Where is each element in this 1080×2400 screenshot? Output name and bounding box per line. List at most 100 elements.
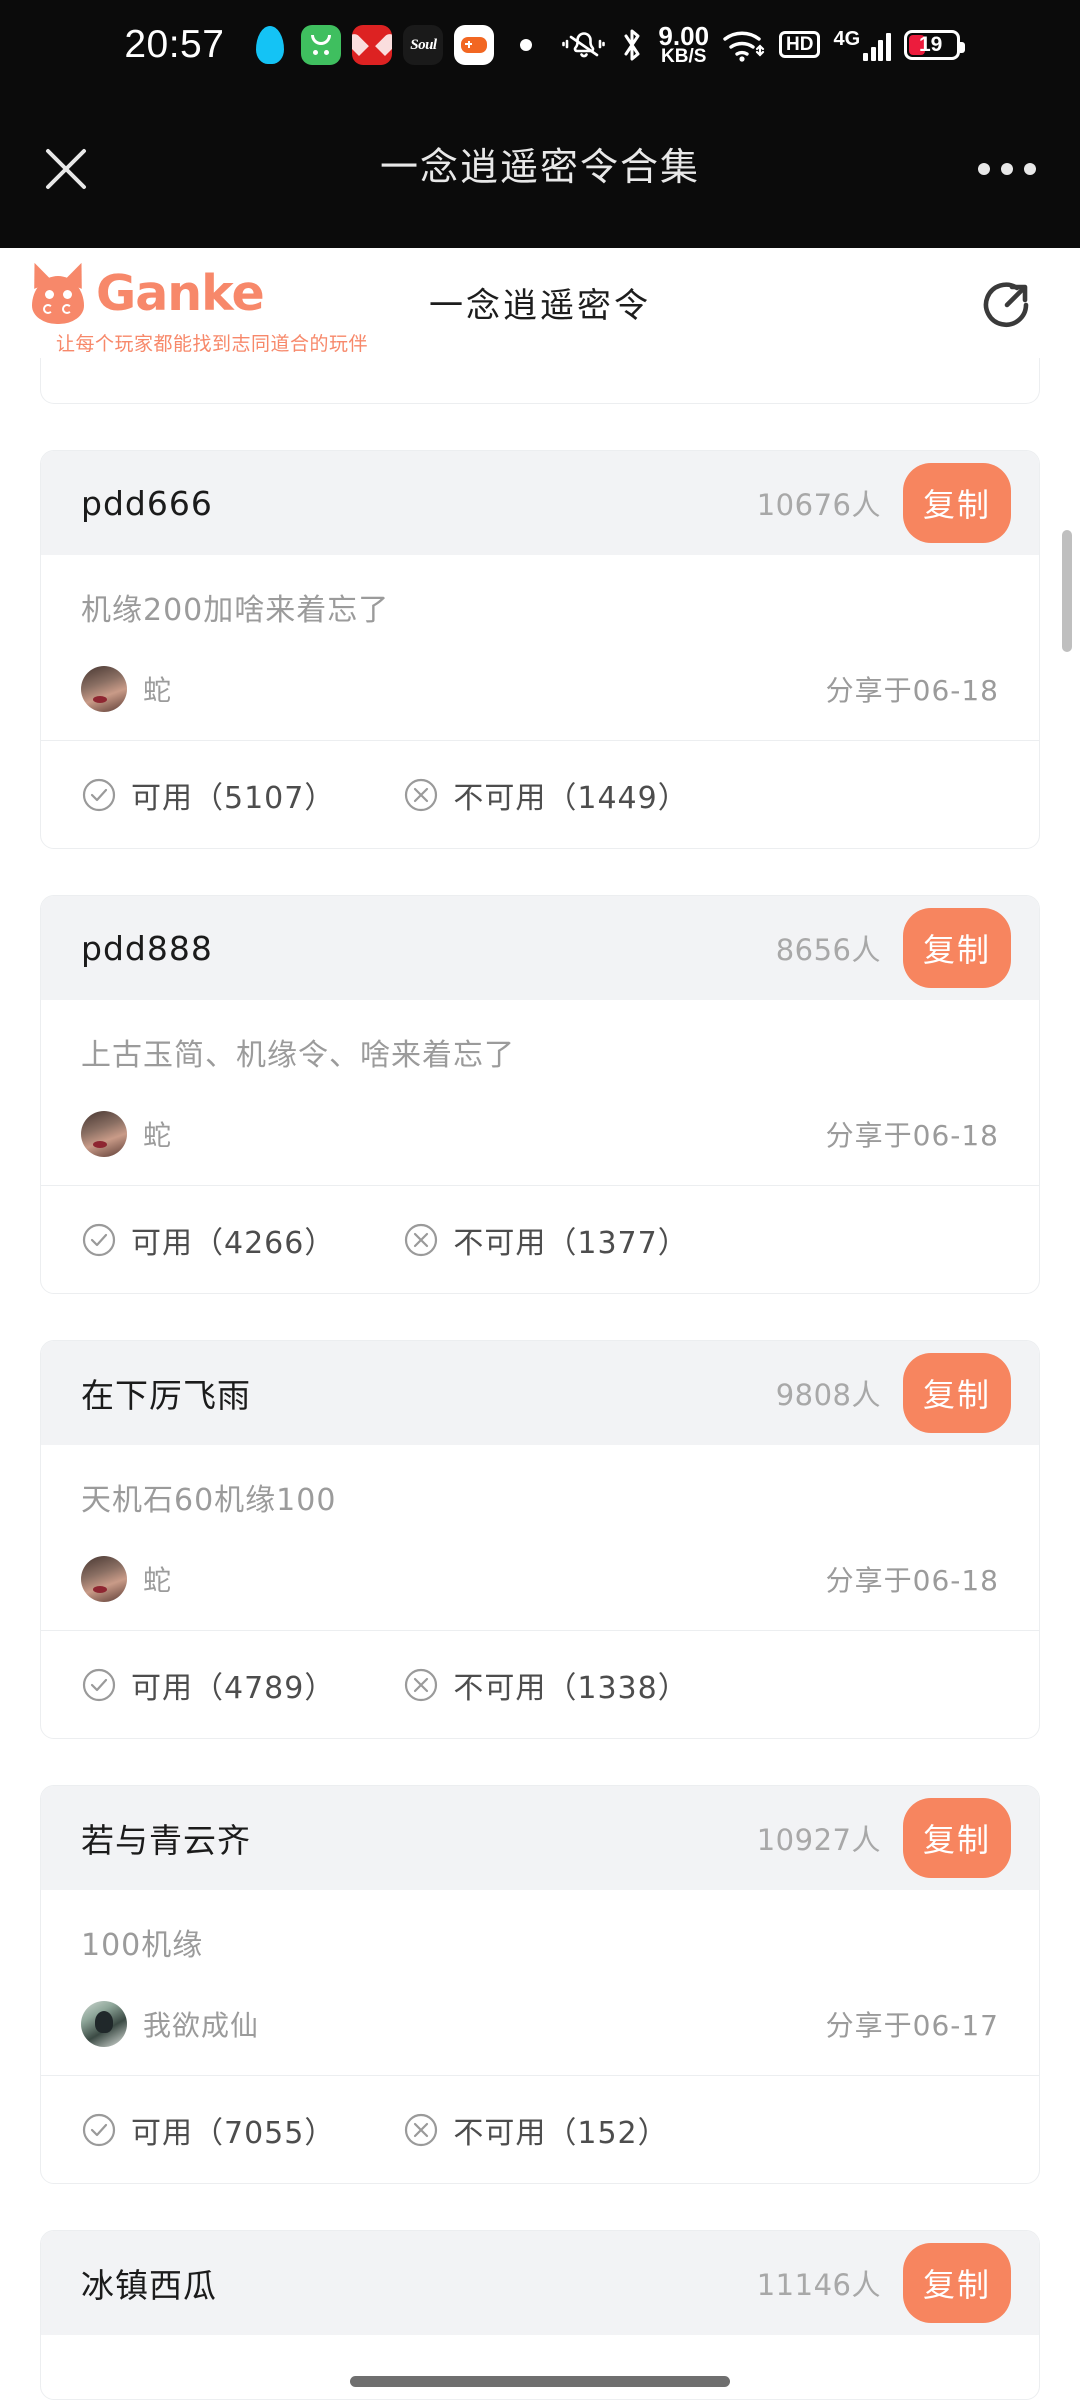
- share-date: 分享于06-18: [825, 1119, 999, 1152]
- status-bar-app-icons: Soul: [250, 25, 495, 65]
- available-count: 可用（7055）: [131, 2115, 336, 2151]
- xiaohongshu-icon: [352, 25, 393, 65]
- unavailable-count: 不可用（152）: [453, 2115, 669, 2151]
- signal-bars-icon: 4G: [833, 27, 891, 61]
- share-date: 分享于06-17: [825, 2009, 999, 2042]
- unavailable-count: 不可用（1338）: [453, 1670, 689, 1706]
- unavailable-stat[interactable]: 不可用（1377）: [403, 1218, 688, 1262]
- bluetooth-icon: [624, 29, 640, 61]
- x-circle-icon: [405, 2113, 438, 2146]
- network-speed-indicator: 9.00 KB/S: [658, 20, 710, 67]
- sharer-name: 蛇: [143, 674, 173, 707]
- more-options-icon[interactable]: [978, 163, 1036, 175]
- collection-title: 一念逍遥密令: [429, 286, 651, 326]
- copy-button[interactable]: 复制: [903, 2243, 1011, 2323]
- home-gesture-indicator[interactable]: [350, 2376, 730, 2387]
- avatar: [81, 1556, 127, 1602]
- x-circle-icon: [405, 778, 438, 811]
- list-item[interactable]: pdd888 8656人 复制 上古玉简、机缘令、啥来着忘了 蛇 分享于06-1…: [40, 895, 1040, 1294]
- battery-icon: 19: [903, 29, 965, 60]
- available-count: 可用（5107）: [131, 780, 336, 816]
- copy-button[interactable]: 复制: [903, 1353, 1011, 1433]
- share-date: 分享于06-18: [825, 674, 999, 707]
- card-description: 天机石60机缘100: [81, 1483, 337, 1518]
- hd-icon: HD: [779, 31, 821, 59]
- page-title: 一念逍遥密令合集: [379, 144, 700, 189]
- card-footer: 可用（7055） 不可用（152）: [41, 2075, 1039, 2183]
- game-icon: [454, 25, 495, 65]
- available-count: 可用（4266）: [131, 1225, 336, 1261]
- card-meta-row: 蛇 分享于06-18: [81, 1556, 999, 1602]
- battery-level-label: 19: [918, 32, 943, 56]
- available-stat[interactable]: 可用（5107）: [81, 773, 335, 817]
- avatar: [81, 1111, 127, 1157]
- network-speed-value: 9.00: [658, 20, 710, 51]
- system-navigation-bar: [0, 2360, 1080, 2400]
- phone-screen: 20:57 Soul 9.00 KB/S HD 4G 19 一念逍遥密令合集 G…: [0, 0, 1080, 2400]
- card-title: pdd888: [81, 928, 213, 968]
- unavailable-stat[interactable]: 不可用（152）: [403, 2108, 668, 2152]
- available-count: 可用（4789）: [131, 1670, 336, 1706]
- dot-indicator-icon: [520, 39, 533, 51]
- secret-code-list[interactable]: pdd666 10676人 复制 机缘200加啥来着忘了 蛇 分享于06-18: [0, 358, 1080, 2400]
- card-body: 天机石60机缘100 蛇 分享于06-18: [41, 1445, 1039, 1630]
- sharer-name: 蛇: [143, 1119, 173, 1152]
- card-footer: 可用（4266） 不可用（1377）: [41, 1185, 1039, 1293]
- card-user-count: 9808人: [775, 1378, 881, 1412]
- signal-strength-bars: [863, 32, 891, 61]
- card-body: 机缘200加啥来着忘了 蛇 分享于06-18: [41, 555, 1039, 740]
- app-title-bar: 一念逍遥密令合集: [0, 90, 1080, 248]
- qq-icon: [250, 25, 290, 65]
- wechat-icon: [301, 25, 342, 65]
- system-status-bar: 20:57 Soul 9.00 KB/S HD 4G 19: [0, 0, 1080, 90]
- list-item-partial-top[interactable]: [40, 358, 1040, 404]
- list-item[interactable]: pdd666 10676人 复制 机缘200加啥来着忘了 蛇 分享于06-18: [40, 450, 1040, 849]
- card-meta-row: 我欲成仙 分享于06-17: [81, 2001, 999, 2047]
- card-user-count: 10676人: [756, 488, 881, 522]
- unavailable-stat[interactable]: 不可用（1449）: [403, 773, 688, 817]
- vertical-scrollbar[interactable]: [1062, 530, 1072, 652]
- available-stat[interactable]: 可用（4266）: [81, 1218, 335, 1262]
- avatar: [81, 2001, 127, 2047]
- card-header: 若与青云齐 10927人 复制: [41, 1786, 1039, 1890]
- share-icon[interactable]: [976, 272, 1038, 334]
- check-circle-icon: [82, 2113, 116, 2146]
- card-footer: 可用（5107） 不可用（1449）: [41, 740, 1039, 848]
- status-bar-clock: 20:57: [124, 23, 225, 66]
- mute-bell-icon: [562, 32, 606, 58]
- sharer-name: 蛇: [143, 1564, 173, 1597]
- avatar: [81, 666, 127, 712]
- card-user-count: 10927人: [756, 1823, 881, 1857]
- card-user-count: 11146人: [756, 2268, 881, 2302]
- check-circle-icon: [82, 1223, 116, 1256]
- card-footer: 可用（4789） 不可用（1338）: [41, 1630, 1039, 1738]
- x-circle-icon: [405, 1668, 438, 1701]
- available-stat[interactable]: 可用（4789）: [81, 1663, 335, 1707]
- soul-icon: Soul: [403, 25, 444, 65]
- card-body: 上古玉简、机缘令、啥来着忘了 蛇 分享于06-18: [41, 1000, 1039, 1185]
- card-header: pdd666 10676人 复制: [41, 451, 1039, 555]
- card-header: pdd888 8656人 复制: [41, 896, 1039, 1000]
- card-description: 100机缘: [81, 1928, 204, 1963]
- card-header: 冰镇西瓜 11146人 复制: [41, 2231, 1039, 2335]
- card-description: 上古玉简、机缘令、啥来着忘了: [81, 1038, 515, 1073]
- copy-button[interactable]: 复制: [903, 463, 1011, 543]
- card-title: pdd666: [81, 483, 213, 523]
- card-title: 若与青云齐: [81, 1821, 251, 1860]
- card-header: 在下厉飞雨 9808人 复制: [41, 1341, 1039, 1445]
- copy-button[interactable]: 复制: [903, 908, 1011, 988]
- x-circle-icon: [405, 1223, 438, 1256]
- unavailable-count: 不可用（1449）: [453, 780, 689, 816]
- share-date: 分享于06-18: [825, 1564, 999, 1597]
- available-stat[interactable]: 可用（7055）: [81, 2108, 335, 2152]
- copy-button[interactable]: 复制: [903, 1798, 1011, 1878]
- card-meta-row: 蛇 分享于06-18: [81, 1111, 999, 1157]
- check-circle-icon: [82, 1668, 116, 1701]
- unavailable-stat[interactable]: 不可用（1338）: [403, 1663, 688, 1707]
- list-item[interactable]: 若与青云齐 10927人 复制 100机缘 我欲成仙 分享于06-17 可用（7…: [40, 1785, 1040, 2184]
- soul-icon-label: Soul: [410, 36, 437, 53]
- list-item[interactable]: 在下厉飞雨 9808人 复制 天机石60机缘100 蛇 分享于06-18 可用（…: [40, 1340, 1040, 1739]
- card-meta-row: 蛇 分享于06-18: [81, 666, 999, 712]
- card-title: 冰镇西瓜: [81, 2266, 217, 2305]
- network-type-label: 4G: [833, 27, 861, 50]
